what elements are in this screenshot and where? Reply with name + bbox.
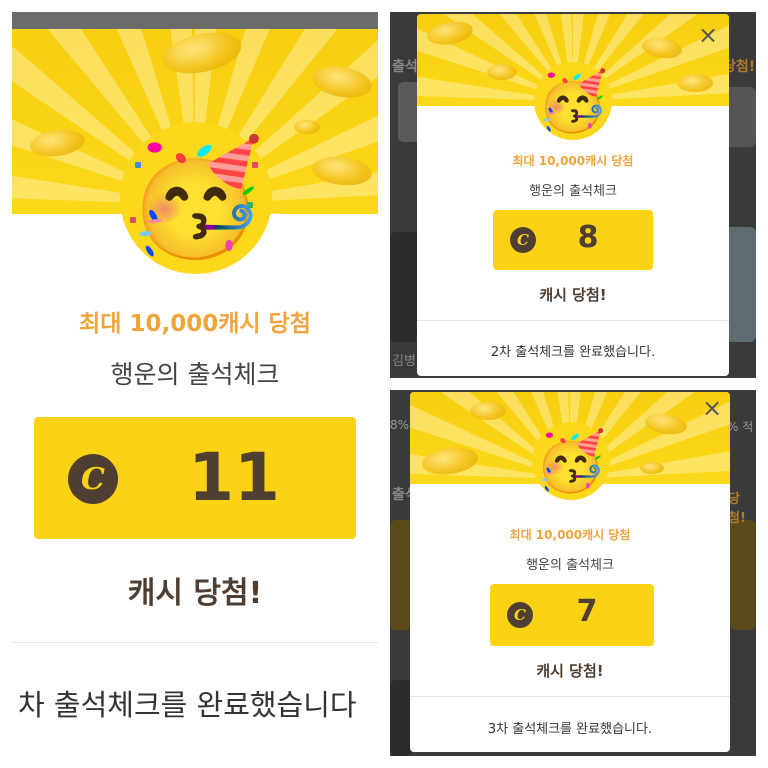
- emoji-badge: 🥳: [534, 62, 612, 140]
- promo-subtitle: 최대 10,000캐시 당첨: [509, 528, 631, 542]
- coin-decoration: [640, 462, 664, 474]
- coin-c-icon: C: [68, 454, 118, 504]
- cash-amount-box: C 11: [34, 417, 356, 539]
- cash-value: 11: [188, 439, 280, 516]
- divider: [410, 696, 730, 697]
- bg-label: 김병: [392, 354, 416, 369]
- close-icon[interactable]: ×: [697, 23, 719, 47]
- coin-decoration: [487, 64, 517, 80]
- bg-label: 출석: [392, 59, 418, 75]
- promo-subtitle: 최대 10,000캐시 당첨: [512, 154, 634, 168]
- confetti: [135, 162, 141, 168]
- close-icon[interactable]: ×: [701, 396, 723, 420]
- coin-c-icon: C: [507, 602, 533, 628]
- divider: [12, 642, 378, 643]
- confetti: [130, 217, 136, 223]
- attendance-complete-message: 차 출석체크를 완료했습니다: [18, 688, 357, 722]
- cash-win-label: 캐시 당첨!: [539, 286, 607, 304]
- left-panel: 🥳 최대 10,000캐시 당첨 행운의 출석체크 C 11 캐시 당첨! 차 …: [12, 12, 378, 756]
- bg-label: % 적: [727, 420, 754, 434]
- party-face-icon: 🥳: [536, 67, 610, 135]
- coin-decoration: [677, 74, 713, 92]
- cash-amount-box: C 7: [490, 584, 654, 646]
- cash-value: 8: [577, 220, 599, 255]
- attendance-heading: 행운의 출석체크: [526, 558, 614, 573]
- attendance-complete-message: 2차 출석체크를 완료했습니다.: [490, 345, 656, 360]
- attendance-modal: 🥳 × 최대 10,000캐시 당첨 행운의 출석체크 C 8 캐시 당첨! 2…: [417, 14, 729, 376]
- attendance-complete-message: 3차 출석체크를 완료했습니다.: [487, 722, 653, 737]
- confetti: [252, 162, 258, 168]
- divider: [417, 320, 729, 321]
- emoji-badge: 🥳: [532, 422, 610, 500]
- coin-c-icon: C: [510, 227, 536, 253]
- cash-amount-box: C 8: [493, 210, 653, 270]
- promo-subtitle: 최대 10,000캐시 당첨: [79, 311, 311, 337]
- confetti: [247, 202, 253, 208]
- coin-decoration: [294, 120, 320, 134]
- attendance-heading: 행운의 출석체크: [110, 360, 280, 389]
- cash-win-label: 캐시 당첨!: [536, 662, 604, 680]
- background-card: [730, 520, 756, 630]
- bg-label: 8%: [390, 418, 410, 432]
- background-card: [390, 520, 412, 630]
- emoji-badge: 🥳: [120, 122, 272, 274]
- party-face-icon: 🥳: [534, 427, 608, 495]
- bg-label: 당첨!: [728, 492, 746, 526]
- attendance-modal: 🥳 × 최대 10,000캐시 당첨 행운의 출석체크 C 7 캐시 당첨! 3…: [410, 392, 730, 752]
- background-card: [390, 680, 412, 756]
- status-bar: [12, 12, 378, 29]
- party-face-icon: 🥳: [126, 133, 266, 263]
- cash-win-label: 캐시 당첨!: [127, 576, 263, 611]
- cash-value: 7: [576, 594, 598, 629]
- coin-decoration: [470, 402, 506, 420]
- attendance-heading: 행운의 출석체크: [529, 184, 617, 199]
